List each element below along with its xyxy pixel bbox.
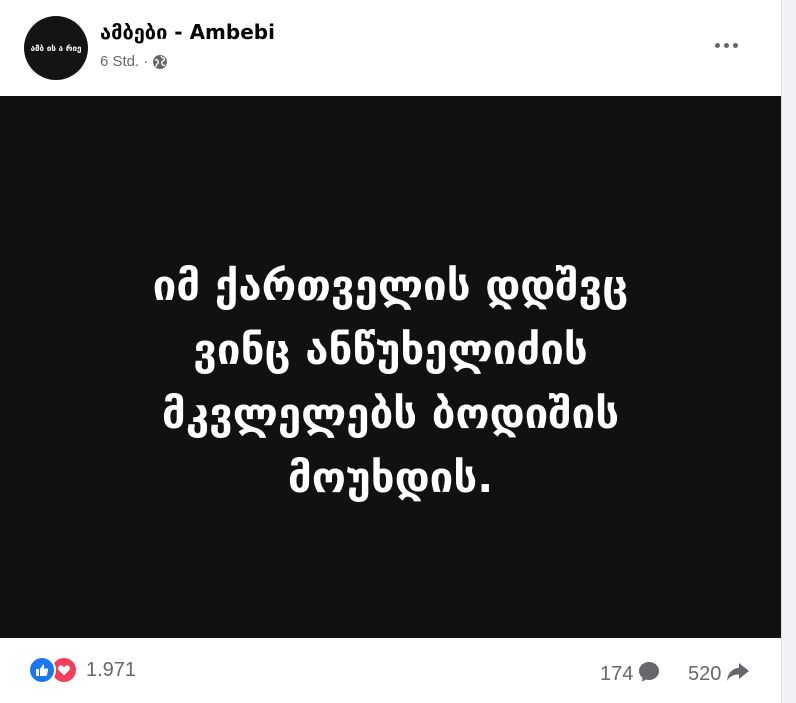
post-card: ამბ ის ა რიე ამბები - Ambebi 6 Std. · იმ… bbox=[0, 0, 782, 703]
share-arrow-icon bbox=[725, 660, 751, 689]
post-image[interactable]: იმ ქართველის დდშვც ვინც ანწუხელიძის მკვლ… bbox=[0, 96, 781, 638]
comments-count[interactable]: 174 bbox=[600, 660, 661, 689]
globe-icon[interactable] bbox=[152, 54, 168, 70]
meta-separator: · bbox=[143, 53, 149, 70]
page-name[interactable]: ამბები - Ambebi bbox=[100, 20, 275, 44]
post-footer: 1.971 174 520 bbox=[0, 648, 781, 696]
post-time[interactable]: 6 Std. bbox=[100, 53, 139, 70]
comment-count: 174 bbox=[600, 663, 634, 685]
image-text-line: ვინც ანწუხელიძის bbox=[193, 325, 588, 374]
avatar-logo-text: ამბ ის ა რიე bbox=[30, 43, 82, 53]
shares-count[interactable]: 520 bbox=[688, 660, 751, 689]
page-avatar[interactable]: ამბ ის ა რიე bbox=[24, 16, 88, 80]
reactions-summary[interactable]: 1.971 bbox=[28, 656, 136, 684]
post-header: ამბ ის ა რიე ამბები - Ambebi 6 Std. · bbox=[0, 0, 781, 96]
image-text: იმ ქართველის დდშვც ვინც ანწუხელიძის მკვლ… bbox=[0, 254, 781, 510]
image-text-line: მოუხდის. bbox=[287, 453, 494, 502]
reaction-count: 1.971 bbox=[86, 658, 137, 681]
like-icon bbox=[28, 656, 56, 684]
more-options-icon[interactable] bbox=[706, 30, 746, 60]
comment-bubble-icon bbox=[637, 660, 661, 689]
image-text-line: იმ ქართველის დდშვც bbox=[152, 261, 629, 310]
post-meta: 6 Std. · bbox=[100, 53, 168, 70]
image-text-line: მკვლელებს ბოდიშის bbox=[161, 389, 620, 438]
share-count: 520 bbox=[688, 663, 722, 685]
